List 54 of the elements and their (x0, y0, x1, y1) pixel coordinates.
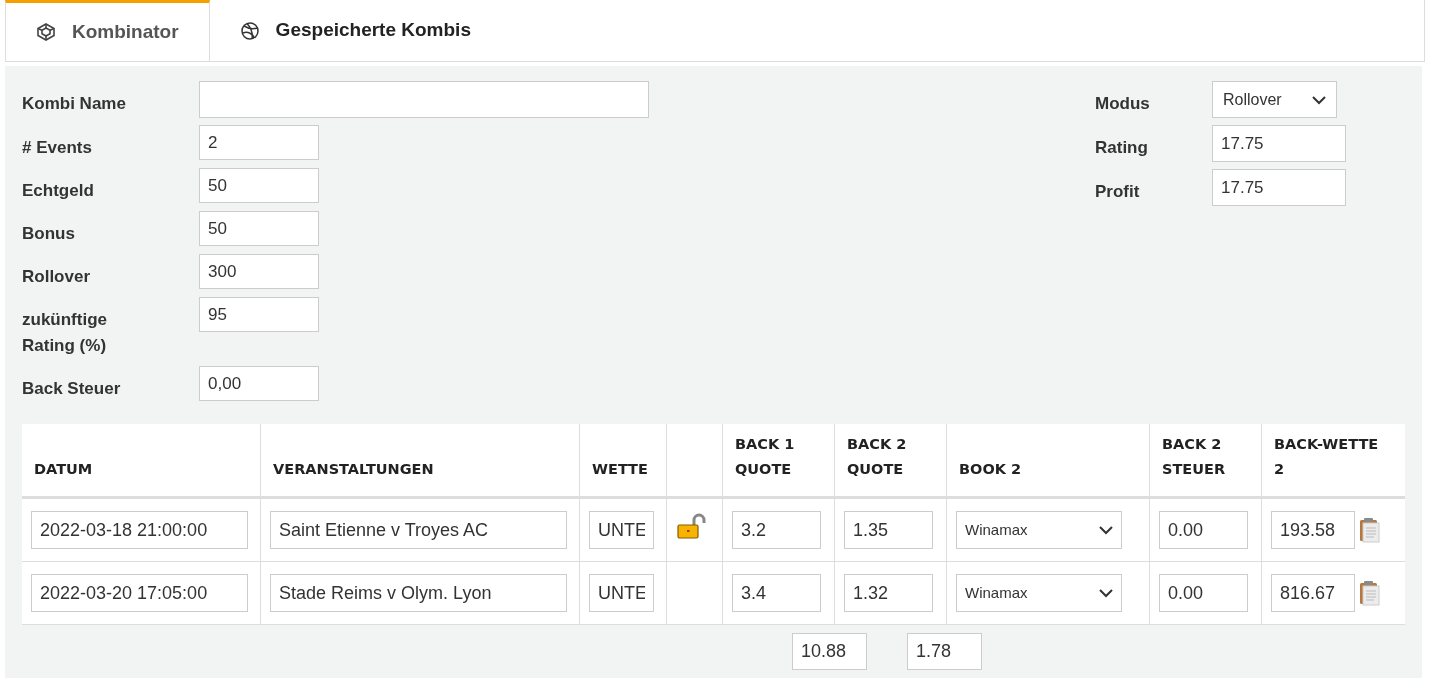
column-header: WETTE (592, 460, 648, 479)
column-header: BACK 2 STEUER (1162, 435, 1227, 479)
chevron-icon (1312, 94, 1326, 105)
odds-field[interactable]: 3.4 (732, 574, 821, 612)
column-header: VERANSTALTUNGEN (273, 460, 434, 479)
tax-field[interactable]: 0.00 (1159, 574, 1248, 612)
event-field[interactable]: Stade Reims v Olym. Lyon (270, 574, 567, 612)
field-label: # Events (22, 137, 93, 159)
input-field[interactable]: 2 (199, 125, 319, 160)
field-label: Back Steuer (22, 378, 122, 400)
input-field[interactable]: 300 (199, 254, 319, 289)
input-field[interactable]: 17.75 (1212, 169, 1346, 206)
odds-field[interactable]: 3.2 (732, 511, 821, 549)
event-field[interactable]: Saint Etienne v Troyes AC (270, 511, 567, 549)
bookmaker-select[interactable]: Winamax (956, 511, 1122, 549)
padlock-icon[interactable] (676, 513, 708, 541)
field-label: Rating (1095, 137, 1149, 159)
column-header: BACK 1 QUOTE (735, 435, 796, 479)
date-field[interactable]: 2022-03-18 21:00:00 (31, 511, 248, 549)
column-header: BOOK 2 (959, 460, 1022, 479)
ball-icon (239, 20, 260, 41)
tax-field[interactable]: 0.00 (1159, 511, 1248, 549)
input-field[interactable]: 0,00 (199, 366, 319, 401)
input-field[interactable]: 50 (199, 168, 319, 203)
odds-field[interactable]: 1.35 (844, 511, 933, 549)
column-header: BACK 2 QUOTE (847, 435, 908, 479)
clipboard-icon[interactable] (1359, 517, 1381, 543)
tab[interactable]: Gespeicherte Kombis (209, 0, 501, 61)
odds-field[interactable]: 1.32 (844, 574, 933, 612)
field-label: Echtgeld (22, 180, 95, 202)
date-field[interactable]: 2022-03-20 17:05:00 (31, 574, 248, 612)
field-label: Modus (1095, 93, 1151, 115)
bookmaker-select[interactable]: Winamax (956, 574, 1122, 612)
total-field[interactable]: 1.78 (907, 633, 982, 670)
mode-select[interactable]: Rollover (1212, 81, 1337, 118)
field-label: Kombi Name (22, 93, 127, 115)
total-field[interactable]: 10.88 (792, 633, 867, 670)
input-field[interactable]: 17.75 (1212, 125, 1346, 162)
clipboard-icon[interactable] (1359, 580, 1381, 606)
input-field[interactable]: 95 (199, 297, 319, 332)
cube-icon (36, 22, 56, 42)
column-header: BACK-WETTE 2 (1274, 435, 1380, 479)
tab[interactable]: Kombinator (5, 0, 210, 61)
stake-field[interactable]: 193.58 (1271, 511, 1355, 549)
field-label: Profit (1095, 181, 1141, 203)
field-label: zukünftige Rating (%) (22, 309, 108, 357)
column-header: DATUM (34, 460, 93, 479)
stake-field[interactable]: 816.67 (1271, 574, 1355, 612)
input-field[interactable]: 50 (199, 211, 319, 246)
field-label: Rollover (22, 266, 92, 288)
chevron-icon (1099, 525, 1113, 535)
input-field[interactable] (199, 81, 649, 118)
field-label: Bonus (22, 223, 76, 245)
chevron-icon (1099, 588, 1113, 598)
